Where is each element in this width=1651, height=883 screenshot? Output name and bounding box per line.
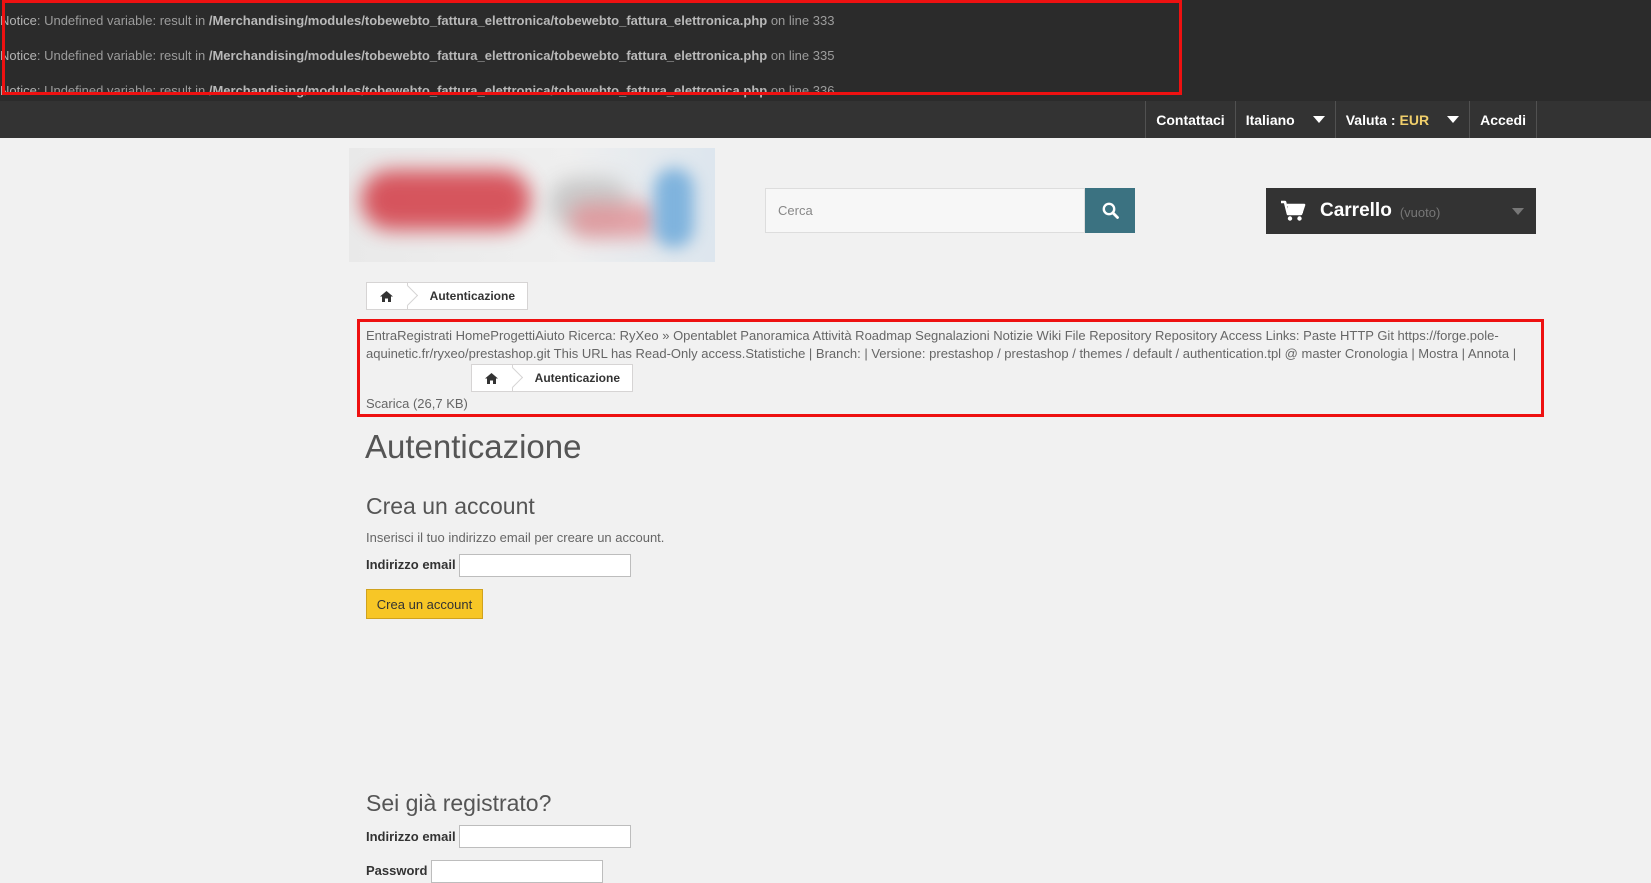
cart-icon [1281, 200, 1306, 221]
shop-logo[interactable] [349, 148, 715, 262]
top-navigation: Contattaci Italiano Valuta : EUR Accedi [0, 101, 1651, 138]
create-account-heading: Crea un account [366, 493, 535, 519]
contact-label: Contattaci [1156, 111, 1225, 128]
create-account-button[interactable]: Crea un account [366, 589, 483, 619]
currency-label: Valuta : [1345, 111, 1396, 128]
breadcrumb-home-link[interactable] [367, 283, 408, 309]
password-label: Password [366, 863, 428, 878]
language-selector[interactable]: Italiano [1234, 101, 1335, 138]
currency-selector[interactable]: Valuta : EUR [1334, 101, 1469, 138]
php-notice-bar: Notice: Undefined variable: result in /M… [0, 0, 1651, 101]
cart-title: Carrello [1320, 200, 1392, 221]
page-title: Autenticazione [365, 428, 582, 465]
create-account-subtitle: Inserisci il tuo indirizzo email per cre… [366, 530, 665, 545]
login-link[interactable]: Accedi [1469, 101, 1537, 138]
search-button[interactable] [1085, 188, 1135, 233]
create-email-field[interactable] [459, 554, 631, 577]
login-email-label: Indirizzo email [366, 829, 456, 844]
search-input[interactable] [765, 188, 1085, 233]
login-email-field[interactable] [459, 825, 631, 848]
home-icon [380, 290, 394, 302]
create-email-label: Indirizzo email [366, 557, 456, 572]
chevron-down-icon [1312, 116, 1325, 123]
breadcrumb: Autenticazione [366, 282, 528, 310]
cart-state: (vuoto) [1399, 205, 1441, 220]
breadcrumb-current: Autenticazione [429, 289, 515, 303]
cart-button[interactable]: Carrello (vuoto) [1266, 188, 1536, 234]
chevron-down-icon [1512, 208, 1524, 215]
contact-link[interactable]: Contattaci [1145, 101, 1234, 138]
search-icon [1102, 202, 1119, 219]
notice-highlight-box [2, 0, 1182, 95]
login-heading: Sei già registrato? [366, 790, 552, 816]
login-label: Accedi [1480, 111, 1526, 128]
currency-value: EUR [1399, 111, 1430, 128]
injected-highlight-box [357, 319, 1544, 417]
language-label: Italiano [1245, 111, 1295, 128]
password-field[interactable] [431, 860, 603, 883]
chevron-down-icon [1447, 116, 1460, 123]
